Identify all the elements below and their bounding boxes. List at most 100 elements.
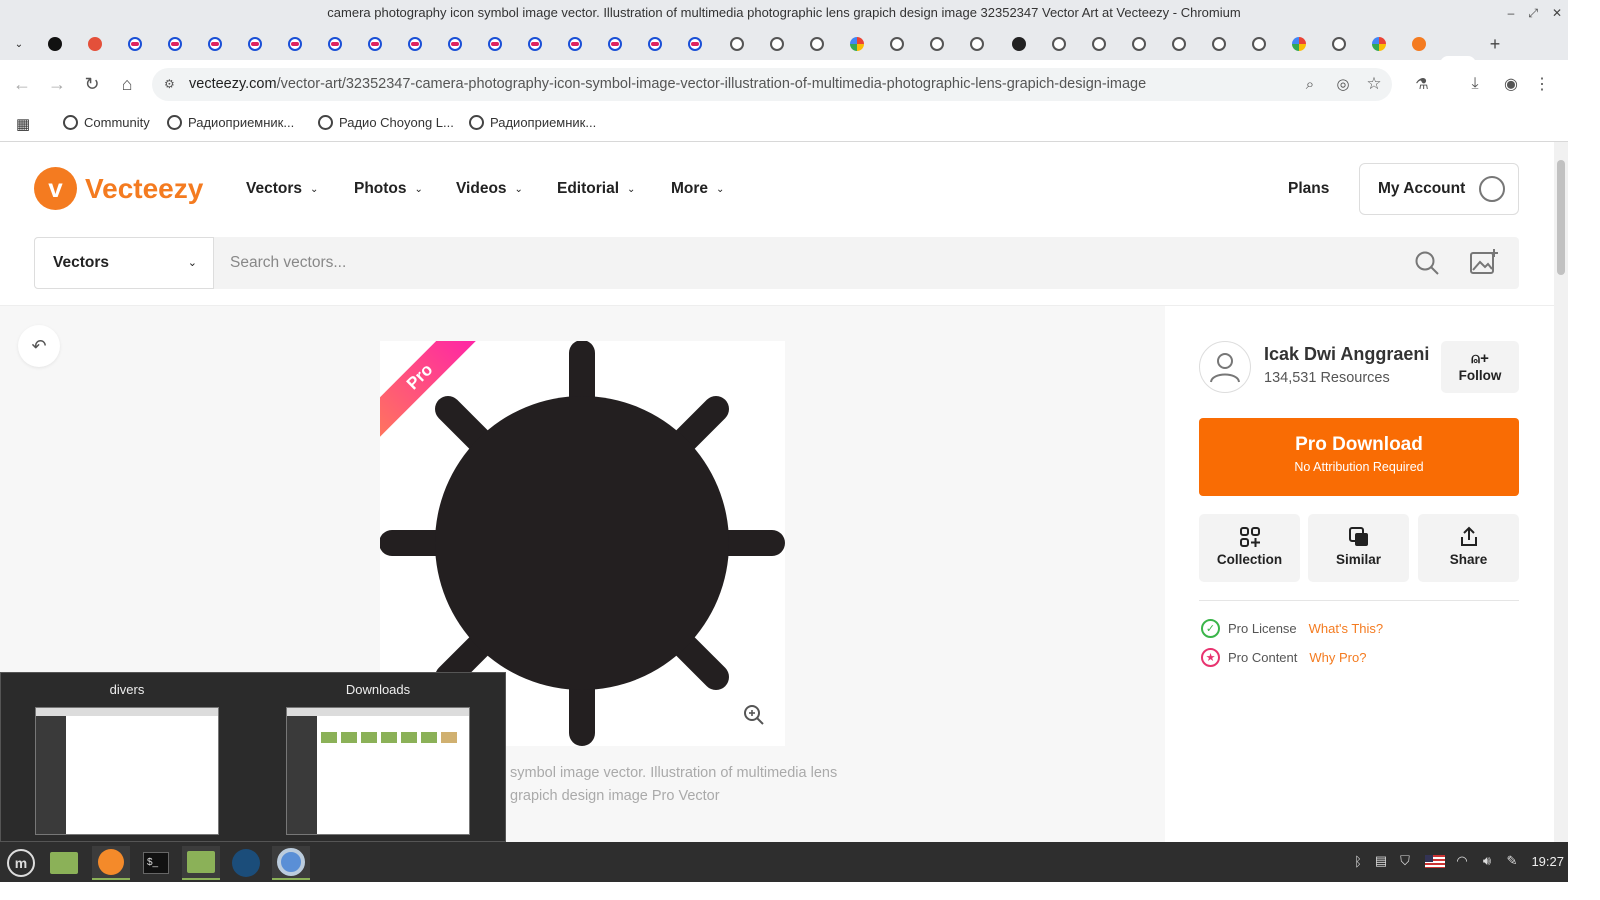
similar-button[interactable]: Similar xyxy=(1308,514,1409,582)
search-icon[interactable] xyxy=(1414,250,1440,276)
clipboard-icon[interactable]: ▤ xyxy=(1373,853,1389,869)
whats-this-link[interactable]: What's This? xyxy=(1309,621,1384,636)
tab-site[interactable] xyxy=(524,33,546,55)
author-avatar[interactable] xyxy=(1199,341,1251,393)
tab-site[interactable] xyxy=(684,33,706,55)
switcher-item[interactable]: Downloads xyxy=(286,673,470,835)
tab-github[interactable] xyxy=(44,33,66,55)
tab-site[interactable] xyxy=(604,33,626,55)
pro-download-button[interactable]: Pro Download No Attribution Required xyxy=(1199,418,1519,496)
terminal-icon[interactable]: $_ xyxy=(137,846,175,880)
tab-google[interactable] xyxy=(1368,33,1390,55)
image-search-icon[interactable] xyxy=(1469,248,1499,276)
tab-globe[interactable] xyxy=(726,33,748,55)
tab-site[interactable] xyxy=(244,33,266,55)
tab-globe[interactable] xyxy=(766,33,788,55)
tab-vecteezy[interactable] xyxy=(1408,33,1430,55)
files-icon[interactable] xyxy=(45,846,83,880)
tab-site[interactable] xyxy=(284,33,306,55)
bookmark-item[interactable]: Радиоприемник... xyxy=(469,115,596,130)
tab-git[interactable] xyxy=(84,33,106,55)
site-logo[interactable]: v Vecteezy xyxy=(34,167,203,210)
wifi-icon[interactable]: ◠ xyxy=(1454,853,1470,869)
tab-globe[interactable] xyxy=(1048,33,1070,55)
shield-icon[interactable]: ⛉ xyxy=(1397,853,1413,869)
switcher-item[interactable]: divers xyxy=(35,673,219,835)
nav-editorial[interactable]: Editorial ⌄ xyxy=(557,180,635,198)
tab-globe[interactable] xyxy=(1248,33,1270,55)
collection-button[interactable]: Collection xyxy=(1199,514,1300,582)
bookmark-item[interactable]: Радиоприемник... xyxy=(167,115,294,130)
bookmark-item[interactable]: Радио Choyong L... xyxy=(318,115,454,130)
url-field[interactable]: ⚙ vecteezy.com/vector-art/32352347-camer… xyxy=(152,68,1392,101)
home-icon[interactable]: ⌂ xyxy=(115,72,139,96)
follow-button[interactable]: ⍝+ Follow xyxy=(1441,341,1519,393)
clock[interactable]: 19:27 xyxy=(1531,854,1564,869)
tab-search-dropdown[interactable]: ⌄ xyxy=(8,33,30,55)
search-type-select[interactable]: Vectors ⌄ xyxy=(34,237,214,289)
my-account-button[interactable]: My Account xyxy=(1359,163,1519,215)
tab-google[interactable] xyxy=(1288,33,1310,55)
tab-site[interactable] xyxy=(444,33,466,55)
tab-globe[interactable] xyxy=(1128,33,1150,55)
tab-globe[interactable] xyxy=(1328,33,1350,55)
search-input[interactable] xyxy=(230,237,1380,289)
tab-site[interactable] xyxy=(404,33,426,55)
nav-more[interactable]: More ⌄ xyxy=(671,180,724,198)
tab-site[interactable] xyxy=(484,33,506,55)
tab-site[interactable] xyxy=(564,33,586,55)
bookmark-star-icon[interactable]: ☆ xyxy=(1362,72,1386,96)
forward-arrow-icon[interactable]: → xyxy=(45,72,69,96)
tab-site[interactable] xyxy=(644,33,666,55)
tab-globe[interactable] xyxy=(806,33,828,55)
tab-globe[interactable] xyxy=(926,33,948,55)
steam-icon[interactable] xyxy=(227,846,265,880)
why-pro-link[interactable]: Why Pro? xyxy=(1309,650,1366,665)
reload-icon[interactable]: ↻ xyxy=(80,72,104,96)
labs-icon[interactable]: ⚗ xyxy=(1410,72,1434,96)
tab-globe[interactable] xyxy=(1208,33,1230,55)
undo-back-icon[interactable]: ↶ xyxy=(18,325,60,367)
us-flag-icon[interactable] xyxy=(1425,853,1445,869)
tab-globe[interactable] xyxy=(1088,33,1110,55)
close-icon[interactable]: ✕ xyxy=(1552,6,1562,20)
maximize-icon[interactable]: ⤢ xyxy=(1528,6,1538,21)
chromium-icon[interactable] xyxy=(272,846,310,880)
file-manager-group-icon[interactable] xyxy=(182,846,220,880)
site-info-icon[interactable]: ⚙ xyxy=(164,68,175,101)
minimize-icon[interactable]: – xyxy=(1508,6,1515,20)
tab-site[interactable] xyxy=(364,33,386,55)
back-arrow-icon[interactable]: ← xyxy=(10,72,34,96)
tab-google[interactable] xyxy=(846,33,868,55)
tab-site[interactable] xyxy=(164,33,186,55)
bluetooth-icon[interactable]: ᛒ xyxy=(1350,853,1366,869)
zoom-icon[interactable]: ⌕ xyxy=(1298,72,1322,96)
tab-globe[interactable] xyxy=(886,33,908,55)
plans-link[interactable]: Plans xyxy=(1288,180,1329,198)
thumbnail-folders xyxy=(321,732,457,743)
nav-videos[interactable]: Videos ⌄ xyxy=(456,180,523,198)
bookmark-item[interactable]: Community xyxy=(63,115,150,130)
start-menu-icon[interactable]: m xyxy=(2,846,40,880)
tab-site[interactable] xyxy=(324,33,346,55)
share-button[interactable]: Share xyxy=(1418,514,1519,582)
eye-off-icon[interactable]: ◎ xyxy=(1331,72,1355,96)
firefox-icon[interactable] xyxy=(92,846,130,880)
download-icon[interactable]: ⤓ xyxy=(1463,72,1487,96)
volume-icon[interactable]: 🔊︎ xyxy=(1479,853,1495,869)
new-tab-button[interactable]: + xyxy=(1484,33,1506,55)
nav-vectors[interactable]: Vectors ⌄ xyxy=(246,180,318,198)
tab-globe[interactable] xyxy=(966,33,988,55)
author-name[interactable]: Icak Dwi Anggraeni xyxy=(1264,344,1429,365)
nav-photos[interactable]: Photos ⌄ xyxy=(354,180,423,198)
tab-site[interactable] xyxy=(204,33,226,55)
tab-site[interactable] xyxy=(1008,33,1030,55)
menu-icon[interactable]: ⋮ xyxy=(1530,72,1554,96)
apps-icon[interactable]: ▦ xyxy=(16,115,30,133)
scrollbar-thumb[interactable] xyxy=(1557,160,1565,275)
profile-icon[interactable]: ◉ xyxy=(1499,72,1523,96)
tab-globe[interactable] xyxy=(1168,33,1190,55)
zoom-in-icon[interactable] xyxy=(743,704,765,726)
notes-icon[interactable]: ✎ xyxy=(1504,853,1520,869)
tab-site[interactable] xyxy=(124,33,146,55)
